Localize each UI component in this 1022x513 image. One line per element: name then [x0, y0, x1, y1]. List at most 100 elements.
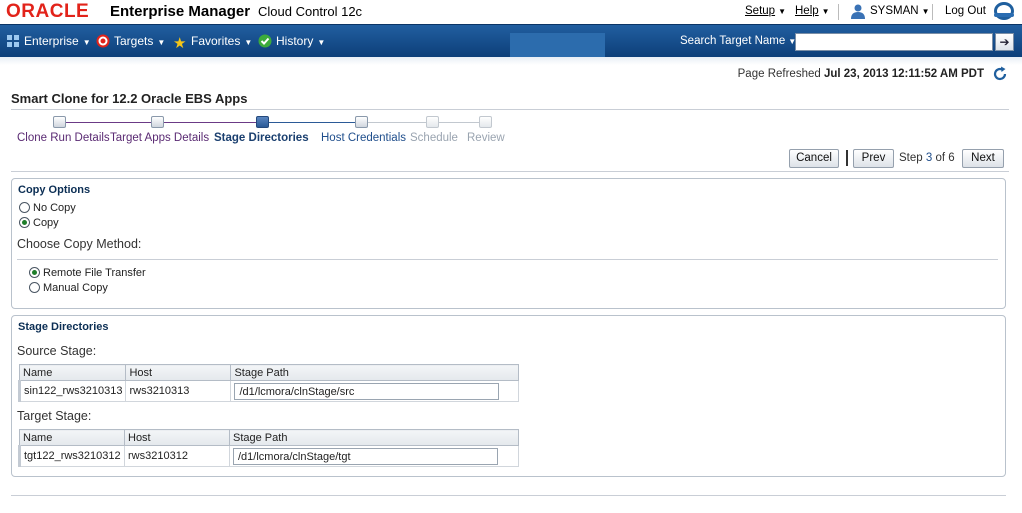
favorites-menu[interactable]: ★ Favorites ▼ — [173, 34, 252, 51]
user-icon — [851, 4, 865, 19]
page-refreshed-label: Page Refreshed — [737, 68, 821, 80]
target-icon — [96, 34, 110, 48]
target-stage-heading: Target Stage: — [17, 409, 92, 423]
radio-unchecked-icon — [19, 202, 30, 213]
subheader-strip — [0, 57, 1022, 65]
target-path-cell: /d1/lcmora/clnStage/tgt — [229, 445, 519, 467]
user-name: SYSMAN — [870, 5, 919, 17]
stage-directories-title: Stage Directories — [18, 321, 109, 333]
train-stop-target-apps-details[interactable] — [151, 116, 164, 128]
radio-checked-icon — [19, 217, 30, 228]
target-stage-path-input[interactable]: /d1/lcmora/clnStage/tgt — [233, 447, 498, 465]
train-line-next — [263, 122, 363, 123]
remote-file-transfer-label: Remote File Transfer — [43, 267, 146, 279]
source-host-cell: rws3210313 — [125, 380, 232, 402]
divider — [11, 495, 1006, 496]
source-name-cell: sin122_rws3210313 — [17, 380, 127, 402]
source-stage-heading: Source Stage: — [17, 344, 97, 358]
source-path-cell: /d1/lcmora/clnStage/src — [230, 380, 519, 402]
logout-link[interactable]: Log Out — [945, 5, 986, 17]
chevron-down-icon: ▼ — [82, 38, 91, 47]
column-header-host: Host — [125, 364, 232, 381]
top-header: ORACLE Enterprise Manager Cloud Control … — [0, 0, 1022, 24]
next-button[interactable]: Next — [962, 149, 1004, 168]
step-current: 3 — [925, 152, 933, 164]
search-target-label: Search Target Name — [680, 35, 786, 47]
chevron-down-icon: ▼ — [244, 38, 253, 47]
table-row: sin122_rws3210313 rws3210313 /d1/lcmora/… — [17, 380, 519, 402]
step-indicator: Step 3 of 6 — [899, 152, 955, 164]
divider — [846, 150, 848, 166]
train-label-clone-run-details[interactable]: Clone Run Details — [17, 132, 110, 144]
product-edition: Cloud Control 12c — [258, 4, 363, 19]
enterprise-label: Enterprise — [24, 34, 79, 48]
no-copy-label: No Copy — [33, 202, 76, 214]
enterprise-menu[interactable]: Enterprise ▼ — [6, 34, 91, 48]
radio-unchecked-icon — [29, 282, 40, 293]
oracle-logo: ORACLE — [6, 1, 90, 22]
train-label-schedule: Schedule — [410, 132, 458, 144]
manual-copy-radio[interactable]: Manual Copy — [29, 282, 108, 294]
table-row: tgt122_rws3210312 rws3210312 /d1/lcmora/… — [18, 445, 519, 467]
product-name: Enterprise Manager — [110, 3, 251, 20]
train-line-disabled — [363, 122, 486, 123]
chevron-down-icon: ▼ — [921, 7, 930, 16]
train-stop-schedule — [426, 116, 439, 128]
setup-menu[interactable]: Setup ▼ — [745, 5, 786, 17]
divider — [17, 259, 998, 260]
train-label-review: Review — [467, 132, 505, 144]
targets-menu[interactable]: Targets ▼ — [96, 34, 165, 48]
help-menu-label: Help — [795, 5, 819, 17]
train-stop-review — [479, 116, 492, 128]
divider — [838, 4, 839, 20]
oracle-o-icon — [994, 2, 1014, 20]
page-refreshed-time: Jul 23, 2013 12:11:52 AM PDT — [823, 68, 984, 80]
no-copy-radio[interactable]: No Copy — [19, 202, 76, 214]
divider — [11, 171, 1009, 172]
global-nav-bar: Enterprise ▼ Targets ▼ ★ Favorites ▼ History… — [0, 24, 1022, 58]
divider — [932, 4, 933, 20]
radio-checked-icon — [29, 267, 40, 278]
source-stage-path-input[interactable]: /d1/lcmora/clnStage/src — [234, 382, 500, 400]
stage-directories-panel: Stage Directories Source Stage: Name Hos… — [11, 315, 1006, 477]
star-icon: ★ — [173, 35, 187, 52]
train-stop-clone-run-details[interactable] — [53, 116, 66, 128]
target-stage-table: Name Host Stage Path tgt122_rws3210312 r… — [18, 429, 519, 467]
prev-button[interactable]: Prev — [853, 149, 894, 168]
remote-file-transfer-radio[interactable]: Remote File Transfer — [29, 267, 146, 279]
targets-label: Targets — [114, 34, 154, 48]
train-label-target-apps-details[interactable]: Target Apps Details — [110, 132, 209, 144]
column-header-name: Name — [19, 429, 125, 446]
step-prefix: Step — [899, 152, 923, 164]
copy-options-title: Copy Options — [18, 184, 91, 196]
chevron-down-icon: ▼ — [317, 38, 326, 47]
arrow-right-icon: ➔ — [999, 35, 1010, 49]
nav-highlight — [510, 33, 605, 58]
train-stop-host-credentials[interactable] — [355, 116, 368, 128]
chevron-down-icon: ▼ — [821, 7, 830, 16]
help-menu[interactable]: Help ▼ — [795, 5, 830, 17]
copy-label: Copy — [33, 217, 59, 229]
page-refreshed: Page Refreshed Jul 23, 2013 12:11:52 AM … — [738, 68, 984, 80]
copy-radio[interactable]: Copy — [19, 217, 59, 229]
column-header-host: Host — [124, 429, 230, 446]
chevron-down-icon: ▼ — [778, 7, 786, 16]
divider — [11, 109, 1009, 110]
search-target-type-select[interactable]: Search Target Name ▼ — [680, 35, 796, 47]
copy-options-panel: Copy Options No Copy Copy Choose Copy Me… — [11, 178, 1006, 309]
source-stage-table: Name Host Stage Path sin122_rws3210313 r… — [17, 364, 519, 402]
search-go-button[interactable]: ➔ — [995, 33, 1014, 51]
history-icon — [258, 34, 272, 48]
target-name-cell: tgt122_rws3210312 — [18, 445, 125, 467]
history-label: History — [276, 34, 314, 48]
train-label-host-credentials[interactable]: Host Credentials — [321, 132, 406, 144]
target-host-cell: rws3210312 — [124, 445, 230, 467]
search-input[interactable] — [795, 33, 993, 51]
setup-menu-label: Setup — [745, 5, 776, 17]
cancel-button[interactable]: Cancel — [789, 149, 839, 168]
history-menu[interactable]: History ▼ — [258, 34, 325, 48]
refresh-icon[interactable] — [992, 66, 1008, 82]
user-menu[interactable]: SYSMAN ▼ — [870, 5, 930, 17]
manual-copy-label: Manual Copy — [43, 282, 108, 294]
chevron-down-icon: ▼ — [157, 38, 166, 47]
